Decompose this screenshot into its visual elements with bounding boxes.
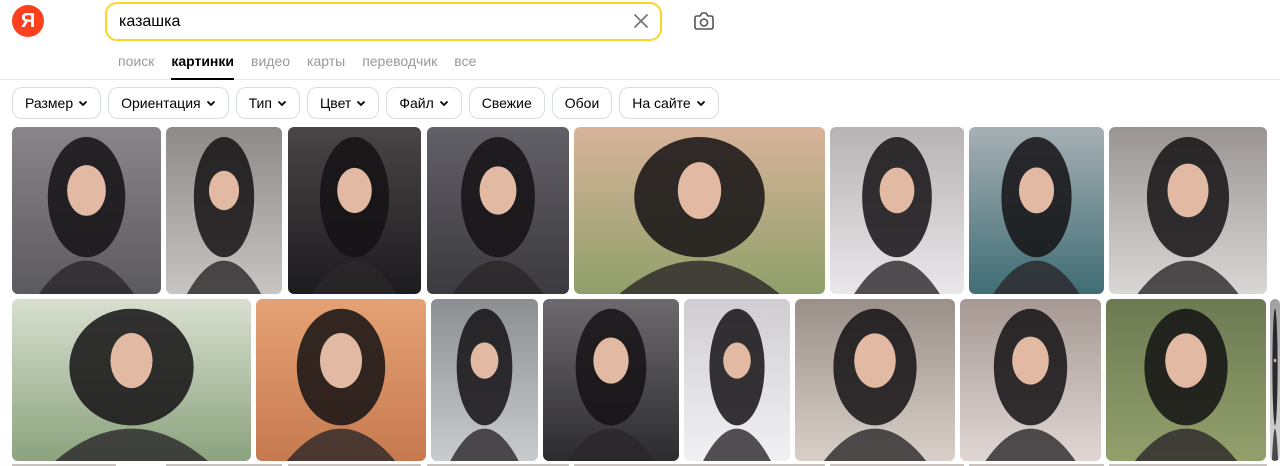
portrait-image xyxy=(969,127,1104,294)
portrait-image xyxy=(960,299,1101,461)
image-thumbnail[interactable] xyxy=(288,127,421,294)
camera-icon[interactable] xyxy=(692,10,716,32)
filter-type-button[interactable]: Тип xyxy=(235,87,300,119)
tab-maps[interactable]: карты xyxy=(307,52,345,80)
tab-translator[interactable]: переводчик xyxy=(362,52,437,80)
tab-images[interactable]: картинки xyxy=(171,52,234,80)
filter-label: Ориентация xyxy=(121,95,201,111)
yandex-logo[interactable]: Я xyxy=(12,5,44,37)
portrait-image xyxy=(12,299,251,461)
portrait-image xyxy=(1109,127,1267,294)
filter-bar: Размер Ориентация Тип Цвет Файл Свежие О… xyxy=(12,87,726,119)
image-thumbnail[interactable] xyxy=(166,127,282,294)
image-thumbnail[interactable] xyxy=(960,299,1101,461)
portrait-image xyxy=(427,127,569,294)
filter-label: Размер xyxy=(25,95,74,111)
image-thumbnail[interactable] xyxy=(830,127,964,294)
image-thumbnail[interactable] xyxy=(543,299,679,461)
image-thumbnail[interactable] xyxy=(574,127,825,294)
image-thumbnail[interactable] xyxy=(431,299,538,461)
filter-orientation-button[interactable]: Ориентация xyxy=(108,87,229,119)
chevron-down-icon xyxy=(357,100,366,107)
image-thumbnail[interactable] xyxy=(12,299,251,461)
filter-color-button[interactable]: Цвет xyxy=(306,87,380,119)
chevron-down-icon xyxy=(696,100,705,107)
chevron-down-icon xyxy=(206,100,215,107)
filter-file-button[interactable]: Файл xyxy=(386,87,462,119)
filter-on-site-button[interactable]: На сайте xyxy=(619,87,719,119)
chevron-down-icon xyxy=(439,100,448,107)
image-thumbnail[interactable] xyxy=(1270,299,1280,461)
portrait-image xyxy=(288,127,421,294)
image-thumbnail[interactable] xyxy=(1109,127,1267,294)
image-thumbnail[interactable] xyxy=(969,127,1104,294)
filter-label: Обои xyxy=(564,95,600,111)
filter-label: На сайте xyxy=(632,95,691,111)
search-box xyxy=(105,2,662,41)
portrait-image xyxy=(1270,299,1280,461)
filter-label: Свежие xyxy=(481,95,532,111)
portrait-image xyxy=(256,299,426,461)
tab-video[interactable]: видео xyxy=(251,52,290,80)
filter-wallpapers-button[interactable]: Обои xyxy=(551,87,613,119)
filter-label: Тип xyxy=(248,95,272,111)
chevron-down-icon xyxy=(78,100,88,107)
portrait-image xyxy=(12,127,161,294)
portrait-image xyxy=(830,127,964,294)
image-thumbnail[interactable] xyxy=(1106,299,1266,461)
filter-label: Файл xyxy=(399,95,434,111)
tab-all[interactable]: все xyxy=(454,52,476,80)
search-input[interactable] xyxy=(119,4,619,39)
portrait-image xyxy=(1106,299,1266,461)
search-tabs: поиск картинки видео карты переводчик вс… xyxy=(118,52,493,80)
chevron-down-icon xyxy=(277,100,287,107)
image-thumbnail[interactable] xyxy=(12,127,161,294)
tab-search[interactable]: поиск xyxy=(118,52,154,80)
header: Я поиск картинки видео карты переводчик … xyxy=(0,0,1280,80)
filter-size-button[interactable]: Размер xyxy=(12,87,102,119)
portrait-image xyxy=(543,299,679,461)
image-thumbnail[interactable] xyxy=(256,299,426,461)
portrait-image xyxy=(684,299,790,461)
portrait-image xyxy=(574,127,825,294)
image-thumbnail[interactable] xyxy=(427,127,569,294)
portrait-image xyxy=(431,299,538,461)
portrait-image xyxy=(166,127,282,294)
portrait-image xyxy=(795,299,955,461)
close-icon[interactable] xyxy=(632,12,650,30)
filter-label: Цвет xyxy=(319,95,352,111)
filter-fresh-button[interactable]: Свежие xyxy=(468,87,545,119)
image-thumbnail[interactable] xyxy=(795,299,955,461)
image-thumbnail[interactable] xyxy=(684,299,790,461)
